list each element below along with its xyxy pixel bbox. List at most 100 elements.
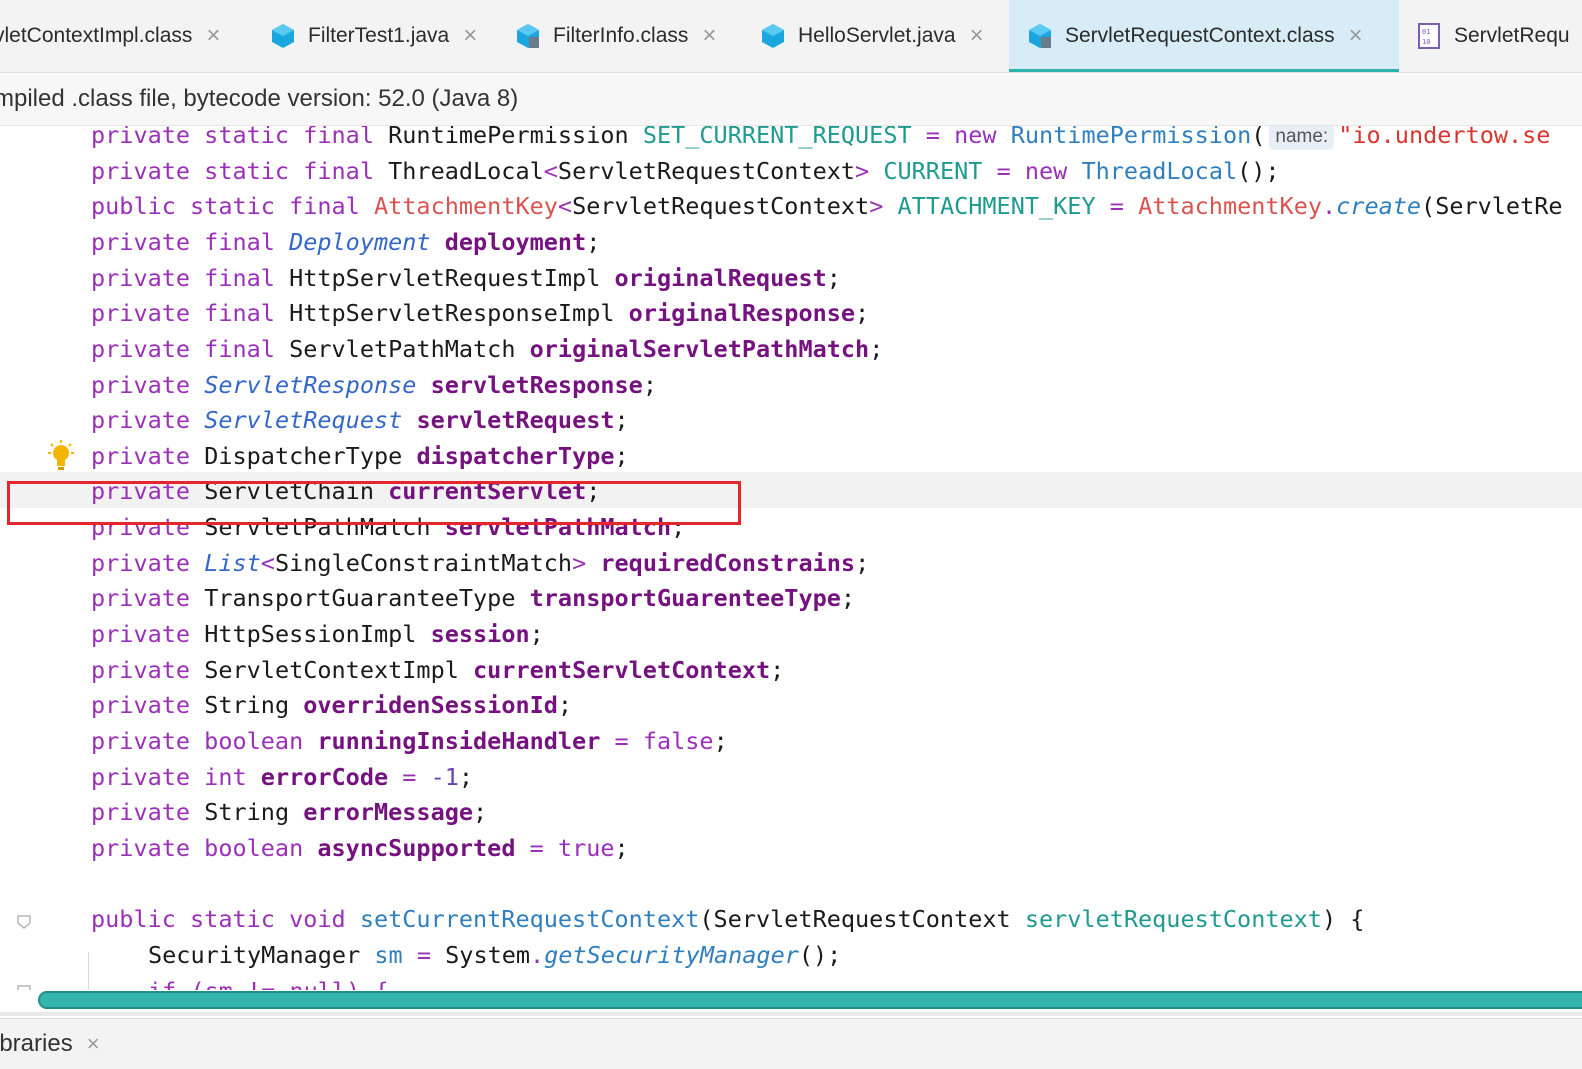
code-token: asyncSupported <box>317 834 516 862</box>
code-token: . <box>1322 192 1337 220</box>
fold-icon[interactable] <box>16 914 32 930</box>
code-line: private int errorCode = -1; <box>91 759 473 795</box>
code-token: servletResponse <box>430 371 643 399</box>
code-token: private <box>91 798 191 826</box>
code-token: private <box>91 406 191 434</box>
fold-icon[interactable] <box>16 984 32 990</box>
code-token: HttpSessionImpl <box>204 620 417 648</box>
parameter-hint: name: <box>1269 126 1335 150</box>
code-token: private int <box>91 763 247 791</box>
tab-hello-servlet[interactable]: HelloServlet.java × <box>760 0 984 72</box>
code-token: servletRequestContext <box>1024 905 1322 933</box>
tab-libraries[interactable]: ibraries <box>0 1030 73 1058</box>
code-token: ServletResponse <box>204 371 417 399</box>
code-token: ATTACHMENT_KEY <box>897 192 1096 220</box>
code-token: setCurrentRequestContext <box>359 905 700 933</box>
code-token: List <box>204 549 261 577</box>
tab-servlet-request-binary[interactable]: 01 10 ServletRequ <box>1416 0 1570 72</box>
code-token: deployment <box>444 228 587 256</box>
code-token: SecurityManager <box>148 941 361 969</box>
code-token: > <box>572 549 587 577</box>
code-token: -1 <box>430 763 459 791</box>
code-token: HttpServletRequestImpl <box>289 264 601 292</box>
code-line: private List<SingleConstraintMatch> requ… <box>91 545 869 581</box>
code-token: false <box>642 727 714 755</box>
code-token: overridenSessionId <box>303 691 558 719</box>
lightbulb-icon[interactable] <box>46 440 76 472</box>
code-token: true <box>557 834 615 862</box>
code-token: currentServletContext <box>473 656 771 684</box>
code-line: private HttpSessionImpl session; <box>91 616 544 652</box>
code-token: originalRequest <box>614 264 827 292</box>
code-token: ThreadLocal <box>388 157 544 185</box>
code-token: dispatcherType <box>416 442 615 470</box>
code-token: sm <box>374 941 403 969</box>
tab-servlet-context-impl[interactable]: vletContextImpl.class × <box>0 0 220 72</box>
code-token: ; <box>869 335 884 363</box>
code-token: = <box>614 727 629 755</box>
close-icon[interactable]: × <box>463 24 477 48</box>
code-line: private boolean runningInsideHandler = f… <box>91 723 728 759</box>
code-token: getSecurityManager <box>544 941 799 969</box>
code-token: (); <box>798 941 842 969</box>
tab-filter-test1[interactable]: FilterTest1.java × <box>270 0 477 72</box>
code-token: new <box>1024 157 1068 185</box>
code-line: private ServletContextImpl currentServle… <box>91 652 784 688</box>
close-icon[interactable]: × <box>702 24 716 48</box>
code-token: private <box>91 691 191 719</box>
code-token: ; <box>529 620 544 648</box>
close-icon[interactable]: × <box>1349 24 1363 48</box>
java-class-icon <box>272 24 294 48</box>
code-token: TransportGuaranteeType <box>204 584 516 612</box>
code-line: public static void setCurrentRequestCont… <box>91 901 1364 937</box>
code-token: errorCode <box>260 763 389 791</box>
close-icon[interactable]: × <box>87 1031 100 1057</box>
code-token: AttachmentKey <box>1138 192 1322 220</box>
code-token: create <box>1336 192 1422 220</box>
decompiled-info-bar: mpiled .class file, bytecode version: 52… <box>0 73 1582 126</box>
tab-label: FilterTest1.java <box>308 24 450 47</box>
tab-filter-info[interactable]: FilterInfo.class × <box>515 0 716 72</box>
code-token: ; <box>855 549 870 577</box>
code-token: transportGuarenteeType <box>529 584 841 612</box>
code-line: public static final AttachmentKey<Servle… <box>91 188 1563 224</box>
code-token: ; <box>586 228 601 256</box>
code-line: private final Deployment deployment; <box>91 224 600 260</box>
close-icon[interactable]: × <box>970 24 984 48</box>
code-token: < <box>543 157 558 185</box>
code-token: ServletContextImpl <box>204 656 459 684</box>
code-token: new <box>954 126 997 149</box>
code-line: private final ServletPathMatch originalS… <box>91 331 883 367</box>
code-editor[interactable]: private static final RuntimePermission S… <box>0 126 1582 990</box>
code-token: ; <box>826 264 841 292</box>
code-token: runningInsideHandler <box>317 727 601 755</box>
code-line: private static final ThreadLocal<Servlet… <box>91 153 1280 189</box>
code-token: ; <box>770 656 785 684</box>
code-token: SingleConstraintMatch <box>274 549 573 577</box>
tab-servlet-request-context[interactable]: ServletRequestContext.class × <box>1009 0 1399 72</box>
code-token: ( <box>1251 126 1266 149</box>
code-token: String <box>204 798 290 826</box>
code-token: private final <box>91 264 275 292</box>
code-token: ServletRequestContext <box>713 905 1011 933</box>
close-icon[interactable]: × <box>206 24 220 48</box>
code-token: ; <box>855 299 870 327</box>
code-line: if (sm != null) { <box>148 973 389 990</box>
code-token: private static final <box>91 157 374 185</box>
code-token: < <box>260 549 275 577</box>
horizontal-scrollbar[interactable] <box>38 991 1582 1009</box>
code-token: requiredConstrains <box>600 549 856 577</box>
tab-label: vletContextImpl.class <box>0 24 193 47</box>
code-token: HttpServletResponseImpl <box>289 299 615 327</box>
code-token: Deployment <box>289 228 431 256</box>
code-token: public static void <box>91 905 346 933</box>
scrollbar-track <box>0 1012 1582 1016</box>
code-token: if (sm != null) { <box>148 977 389 990</box>
class-file-icon <box>517 24 539 48</box>
code-line: private static final RuntimePermission S… <box>91 126 1550 153</box>
code-line: private DispatcherType dispatcherType; <box>91 438 629 474</box>
code-token: ThreadLocal <box>1081 157 1238 185</box>
code-token: private boolean <box>91 727 304 755</box>
code-token: System <box>445 941 531 969</box>
code-line: SecurityManager sm = System.getSecurityM… <box>148 937 841 973</box>
